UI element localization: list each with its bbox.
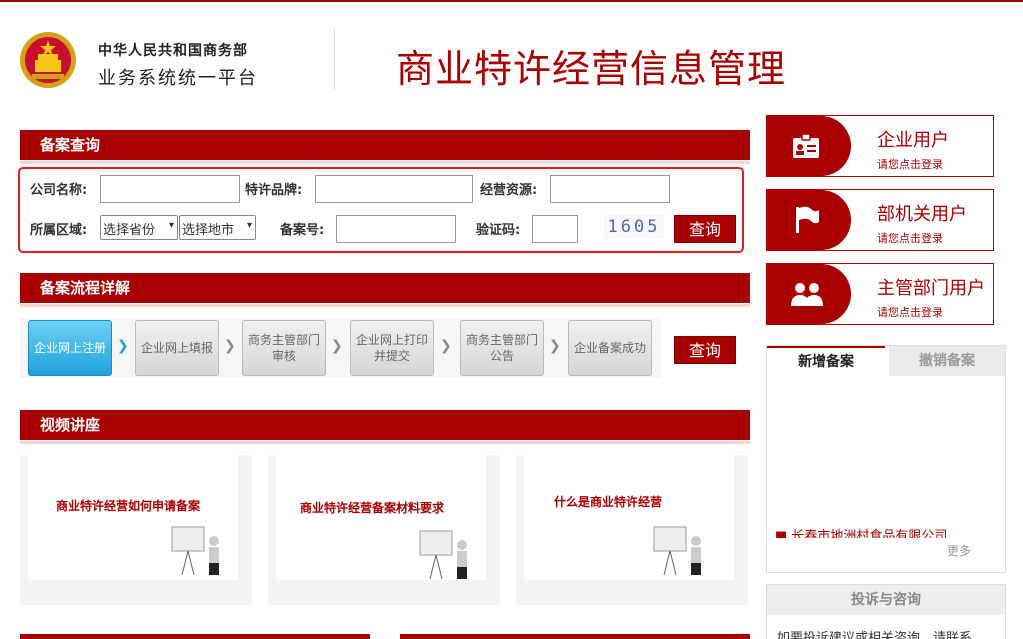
more-link[interactable]: 更多 bbox=[947, 542, 971, 559]
ministry-user-login[interactable]: 部机关用户 请您点击登录 bbox=[766, 189, 994, 251]
list-item[interactable]: ■ 长春市地洲村食品有限公司 bbox=[775, 526, 995, 538]
brand-label: 特许品牌: bbox=[245, 183, 303, 198]
video-title: 什么是商业特许经营 bbox=[554, 495, 663, 509]
query-button[interactable]: 查询 bbox=[674, 215, 736, 243]
page-header: 中华人民共和国商务部 业务系统统一平台 商业特许经营信息管理 bbox=[0, 0, 1023, 118]
province-select-value: 选择省份 bbox=[103, 223, 156, 238]
process-query-button[interactable]: 查询 bbox=[674, 336, 736, 364]
captcha-input[interactable] bbox=[532, 215, 578, 243]
step-announce[interactable]: 商务主管部门 公告 bbox=[460, 320, 544, 376]
tab-revoked-filing[interactable]: 撤销备案 bbox=[889, 346, 1005, 376]
section-header-partial bbox=[400, 634, 750, 639]
presenter-board-icon bbox=[653, 526, 701, 576]
section-header-partial bbox=[20, 634, 370, 639]
header-divider bbox=[334, 28, 335, 90]
video-thumbnail: 什么是商业特许经营 bbox=[524, 455, 734, 580]
resource-input[interactable] bbox=[550, 175, 670, 203]
resource-label: 经营资源: bbox=[480, 183, 538, 198]
videos-header: 视频讲座 bbox=[20, 410, 750, 444]
complaint-panel: 投诉与咨询 如要投诉建议或相关咨询，请联系 bbox=[766, 584, 1006, 639]
ministry-user-title: 部机关用户 bbox=[877, 204, 967, 225]
company-name-input[interactable] bbox=[100, 175, 240, 203]
complaint-title: 投诉与咨询 bbox=[767, 585, 1005, 615]
video-card[interactable]: 商业特许经营如何申请备案 bbox=[20, 455, 252, 605]
login-hint: 请您点击登录 bbox=[877, 306, 943, 319]
site-title: 商业特许经营信息管理 bbox=[396, 47, 787, 91]
user-icon-bg bbox=[767, 116, 851, 176]
chevron-right-icon: ❯ bbox=[440, 338, 452, 354]
brand-input[interactable] bbox=[315, 175, 473, 203]
user-icon-bg bbox=[767, 190, 851, 250]
tab-new-filing[interactable]: 新增备案 bbox=[767, 346, 885, 376]
video-thumbnail: 商业特许经营如何申请备案 bbox=[28, 455, 238, 580]
chevron-right-icon: ❯ bbox=[117, 338, 129, 354]
filing-query-header: 备案查询 bbox=[20, 130, 750, 164]
id-card-icon bbox=[793, 133, 819, 158]
city-select[interactable]: 选择地市 ▾ bbox=[179, 215, 256, 240]
login-hint: 请您点击登录 bbox=[877, 158, 943, 171]
enterprise-user-title: 企业用户 bbox=[877, 130, 949, 151]
enterprise-user-login[interactable]: 企业用户 请您点击登录 bbox=[766, 115, 994, 177]
video-title: 商业特许经营如何申请备案 bbox=[56, 499, 201, 513]
flag-icon bbox=[796, 206, 819, 233]
authority-user-title: 主管部门用户 bbox=[877, 278, 985, 299]
video-card[interactable]: 什么是商业特许经营 bbox=[516, 455, 748, 605]
chevron-down-icon: ▾ bbox=[168, 220, 174, 231]
step-register[interactable]: 企业网上注册 bbox=[28, 320, 112, 376]
captcha-label: 验证码: bbox=[476, 223, 521, 238]
chevron-down-icon: ▾ bbox=[246, 220, 252, 231]
chevron-right-icon: ❯ bbox=[549, 338, 561, 354]
platform-name: 业务系统统一平台 bbox=[98, 68, 258, 89]
step-fill[interactable]: 企业网上填报 bbox=[135, 320, 219, 376]
ministry-name: 中华人民共和国商务部 bbox=[98, 43, 248, 59]
national-emblem-icon bbox=[20, 32, 76, 88]
process-steps: 企业网上注册 ❯ 企业网上填报 ❯ 商务主管部门 审核 ❯ 企业网上打印 并提交 ❯… bbox=[20, 318, 662, 378]
captcha-image[interactable]: 1605 bbox=[604, 215, 664, 239]
chevron-right-icon: ❯ bbox=[224, 338, 236, 354]
complaint-text: 如要投诉建议或相关咨询，请联系 bbox=[777, 631, 973, 639]
authority-user-login[interactable]: 主管部门用户 请您点击登录 bbox=[766, 263, 994, 325]
filing-tabs-panel: 新增备案 撤销备案 ■ 长春市地洲村食品有限公司 更多 bbox=[766, 345, 1006, 573]
video-thumbnail: 商业特许经营备案材料要求 bbox=[276, 455, 486, 580]
company-name-label: 公司名称: bbox=[30, 183, 88, 198]
process-header: 备案流程详解 bbox=[20, 273, 750, 307]
video-title: 商业特许经营备案材料要求 bbox=[300, 501, 445, 515]
video-card[interactable]: 商业特许经营备案材料要求 bbox=[268, 455, 500, 605]
province-select[interactable]: 选择省份 ▾ bbox=[100, 215, 178, 240]
user-icon-bg bbox=[767, 264, 851, 324]
step-success[interactable]: 企业备案成功 bbox=[568, 320, 652, 376]
region-label: 所属区域: bbox=[30, 223, 88, 238]
presenter-board-icon bbox=[419, 530, 467, 580]
step-print[interactable]: 企业网上打印 并提交 bbox=[350, 320, 434, 376]
users-icon bbox=[791, 283, 823, 306]
step-review[interactable]: 商务主管部门 审核 bbox=[242, 320, 326, 376]
presenter-board-icon bbox=[171, 526, 219, 576]
record-no-input[interactable] bbox=[336, 215, 456, 243]
chevron-right-icon: ❯ bbox=[331, 338, 343, 354]
city-select-value: 选择地市 bbox=[182, 223, 235, 238]
login-hint: 请您点击登录 bbox=[877, 232, 943, 245]
record-no-label: 备案号: bbox=[280, 223, 325, 238]
